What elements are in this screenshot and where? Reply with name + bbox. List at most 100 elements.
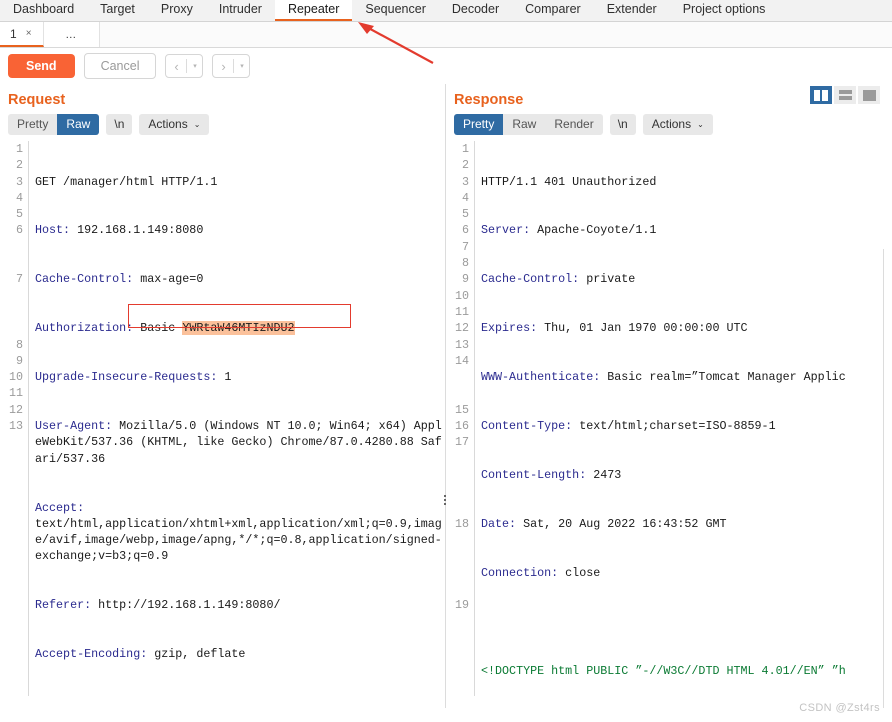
request-line: Accept: text/html,application/xhtml+xml,… <box>35 500 445 565</box>
request-newline-toggle[interactable]: \n <box>106 114 133 135</box>
line-number: 13 <box>8 419 23 434</box>
close-icon[interactable]: × <box>26 28 32 39</box>
single-pane-icon[interactable] <box>858 86 880 104</box>
request-title: Request <box>8 92 66 108</box>
watermark: CSDN @Zst4rs <box>799 702 880 714</box>
header-name: Connection: <box>481 565 559 580</box>
header-name: Expires: <box>481 321 538 336</box>
response-line: Content-Type: text/html;charset=ISO-8859… <box>481 418 892 434</box>
header-value: Sat, 20 Aug 2022 16:43:52 GMT <box>516 516 727 531</box>
response-mode-render[interactable]: Render <box>545 114 603 135</box>
add-repeater-tab-button[interactable]: ... <box>43 22 100 47</box>
cancel-button[interactable]: Cancel <box>83 52 157 80</box>
next-request-button[interactable]: › ▾ <box>212 54 251 78</box>
header-value: Basic <box>133 321 183 336</box>
line-number: 6 <box>15 223 23 238</box>
line-number: 12 <box>454 321 469 336</box>
response-pane: Response Pretty Raw Render \n Actions ⌄ … <box>446 84 892 708</box>
response-actions-button[interactable]: Actions ⌄ <box>642 114 713 135</box>
line-number: 4 <box>15 190 23 205</box>
main-tab-bar: Dashboard Target Proxy Intruder Repeater… <box>0 0 892 22</box>
editor-panes: Request Pretty Raw \n Actions ⌄ 1 2 3 4 <box>0 84 892 708</box>
line-number: 2 <box>461 158 469 173</box>
line-number: 16 <box>454 419 469 434</box>
request-actions-label: Actions <box>148 117 188 131</box>
response-mode-pretty[interactable]: Pretty <box>454 114 504 135</box>
send-button[interactable]: Send <box>8 53 75 79</box>
response-line: Cache-Control: private <box>481 271 892 287</box>
line-number: 3 <box>461 174 469 189</box>
response-status-line: HTTP/1.1 401 Unauthorized <box>481 174 892 190</box>
split-horizontal-icon[interactable] <box>834 86 856 104</box>
request-line-authorization: Authorization: Basic YWRtaW46MTIzNDU2 <box>35 320 445 336</box>
line-number: 10 <box>8 370 23 385</box>
request-line: Accept-Language: zh-CN,zh;q=0.9 <box>35 695 445 696</box>
request-mode-pretty[interactable]: Pretty <box>8 114 58 135</box>
line-number: 13 <box>454 337 469 352</box>
layout-toggle-group <box>810 86 880 104</box>
line-number: 9 <box>15 353 23 368</box>
response-line: <!DOCTYPE html PUBLIC ”-//W3C//DTD HTML … <box>481 663 892 679</box>
response-newline-toggle[interactable]: \n <box>609 114 636 135</box>
header-name: Referer: <box>35 598 92 613</box>
split-vertical-icon[interactable] <box>810 86 832 104</box>
response-blank-line <box>481 614 892 630</box>
request-line: GET /manager/html HTTP/1.1 <box>35 174 445 190</box>
chevron-right-icon: › <box>221 58 226 74</box>
header-value: text/html;charset=ISO-8859-1 <box>572 419 776 434</box>
main-tab-intruder[interactable]: Intruder <box>206 0 275 21</box>
request-code-area[interactable]: 1 2 3 4 5 6 . . 7 . . . 8 9 10 11 12 <box>0 141 445 696</box>
request-line-numbers: 1 2 3 4 5 6 . . 7 . . . 8 9 10 11 12 <box>0 141 28 696</box>
header-value: 192.168.1.149:8080 <box>70 223 204 238</box>
main-tab-target[interactable]: Target <box>87 0 148 21</box>
main-tab-sequencer[interactable]: Sequencer <box>352 0 438 21</box>
chevron-down-icon: ⌄ <box>193 120 201 129</box>
main-tab-repeater[interactable]: Repeater <box>274 0 353 21</box>
main-tab-proxy[interactable]: Proxy <box>148 0 206 21</box>
main-tab-dashboard[interactable]: Dashboard <box>0 0 87 21</box>
line-number: 8 <box>461 256 469 271</box>
chevron-down-icon[interactable]: ▾ <box>187 55 202 77</box>
response-text[interactable]: HTTP/1.1 401 Unauthorized Server: Apache… <box>475 141 892 696</box>
request-actions-button[interactable]: Actions ⌄ <box>139 114 210 135</box>
line-number: 5 <box>15 207 23 222</box>
response-actions-label: Actions <box>651 117 692 131</box>
main-tab-comparer[interactable]: Comparer <box>512 0 594 21</box>
line-number: 3 <box>15 174 23 189</box>
header-value: Basic realm=”Tomcat Manager Applic <box>600 370 846 385</box>
line-number: 1 <box>461 142 469 156</box>
request-line: Cache-Control: max-age=0 <box>35 271 445 287</box>
request-line: Accept-Encoding: gzip, deflate <box>35 646 445 662</box>
chevron-down-icon[interactable]: ▾ <box>234 55 249 77</box>
header-value: 2473 <box>586 467 622 482</box>
response-right-divider <box>883 249 884 708</box>
header-name: Host: <box>35 223 71 238</box>
basic-auth-token-highlight: YWRtaW46MTIzNDU2 <box>182 321 295 336</box>
main-tab-project-options[interactable]: Project options <box>670 0 779 21</box>
repeater-tab-1[interactable]: 1 × <box>0 22 44 47</box>
doctype-url: ”-//W3C//DTD HTML 4.01//EN” ”h <box>635 663 846 678</box>
repeater-tab-label: 1 <box>10 26 17 41</box>
response-code-area[interactable]: 1 2 3 4 5 6 7 8 9 10 11 12 13 14 . . 15 <box>446 141 892 696</box>
header-value: max-age=0 <box>133 272 204 287</box>
response-line: Expires: Thu, 01 Jan 1970 00:00:00 UTC <box>481 320 892 336</box>
main-tab-decoder[interactable]: Decoder <box>439 0 512 21</box>
response-mode-raw[interactable]: Raw <box>503 114 546 135</box>
request-text[interactable]: GET /manager/html HTTP/1.1 Host: 192.168… <box>29 141 445 696</box>
header-name: WWW-Authenticate: <box>481 370 601 385</box>
main-tab-extender[interactable]: Extender <box>594 0 670 21</box>
line-number: 6 <box>461 223 469 238</box>
line-number: 1 <box>15 142 23 156</box>
header-name: Date: <box>481 516 517 531</box>
line-number: 4 <box>461 190 469 205</box>
request-start-line: GET /manager/html HTTP/1.1 <box>35 174 218 189</box>
line-number: 15 <box>454 402 469 417</box>
repeater-tab-bar: 1 × ... <box>0 22 892 48</box>
request-mode-raw[interactable]: Raw <box>57 114 100 135</box>
line-number: 7 <box>461 239 469 254</box>
header-value: text/html,application/xhtml+xml,applicat… <box>35 516 442 564</box>
previous-request-button[interactable]: ‹ ▾ <box>165 54 204 78</box>
header-name: Cache-Control: <box>35 272 134 287</box>
header-value: Thu, 01 Jan 1970 00:00:00 UTC <box>537 321 748 336</box>
line-number: 5 <box>461 207 469 222</box>
